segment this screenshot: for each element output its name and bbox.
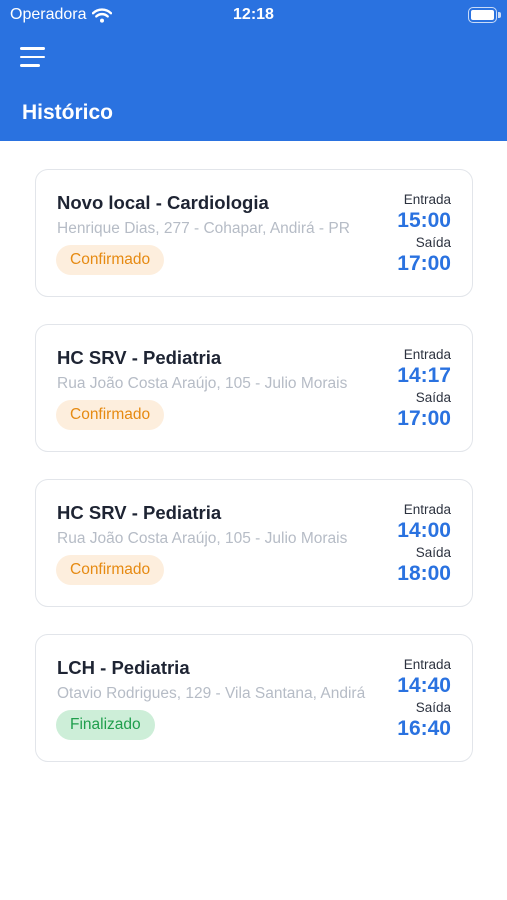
- card-address: Rua João Costa Araújo, 105 - Julio Morai…: [57, 530, 348, 547]
- card-address: Otavio Rodrigues, 129 - Vila Santana, An…: [57, 685, 366, 702]
- entrada-label: Entrada: [403, 192, 451, 207]
- saida-label: Saída: [415, 700, 451, 715]
- saida-time: 17:00: [397, 252, 451, 275]
- app-header: Operadora 12:18 Histórico: [0, 0, 507, 141]
- saida-time: 17:00: [397, 407, 451, 430]
- time-block: Entrada 15:00 Saída 17:00: [397, 192, 451, 278]
- saida-label: Saída: [415, 545, 451, 560]
- saida-time: 16:40: [397, 717, 451, 740]
- entrada-time: 15:00: [397, 209, 451, 232]
- entrada-time: 14:00: [397, 519, 451, 542]
- history-card[interactable]: HC SRV - Pediatria Rua João Costa Araújo…: [35, 479, 473, 607]
- status-bar: Operadora 12:18: [0, 0, 507, 30]
- history-list: Novo local - Cardiologia Henrique Dias, …: [35, 169, 473, 789]
- entrada-label: Entrada: [403, 657, 451, 672]
- history-card[interactable]: Novo local - Cardiologia Henrique Dias, …: [35, 169, 473, 297]
- page-title: Histórico: [22, 101, 114, 124]
- history-card[interactable]: LCH - Pediatria Otavio Rodrigues, 129 - …: [35, 634, 473, 762]
- card-address: Henrique Dias, 277 - Cohapar, Andirá - P…: [57, 220, 350, 237]
- hamburger-menu-icon[interactable]: [20, 42, 52, 72]
- entrada-time: 14:40: [397, 674, 451, 697]
- status-badge: Confirmado: [56, 555, 165, 585]
- entrada-time: 14:17: [397, 364, 451, 387]
- saida-label: Saída: [415, 390, 451, 405]
- battery-icon: [468, 7, 501, 23]
- status-time: 12:18: [233, 6, 274, 23]
- status-badge: Confirmado: [56, 400, 165, 430]
- card-address: Rua João Costa Araújo, 105 - Julio Morai…: [57, 375, 348, 392]
- time-block: Entrada 14:17 Saída 17:00: [397, 347, 451, 433]
- card-title: Novo local - Cardiologia: [57, 192, 269, 213]
- status-badge: Finalizado: [56, 710, 155, 740]
- entrada-label: Entrada: [403, 502, 451, 517]
- time-block: Entrada 14:40 Saída 16:40: [397, 657, 451, 743]
- time-block: Entrada 14:00 Saída 18:00: [397, 502, 451, 588]
- entrada-label: Entrada: [403, 347, 451, 362]
- history-card[interactable]: HC SRV - Pediatria Rua João Costa Araújo…: [35, 324, 473, 452]
- saida-label: Saída: [415, 235, 451, 250]
- card-title: HC SRV - Pediatria: [57, 347, 222, 368]
- card-title: HC SRV - Pediatria: [57, 502, 222, 523]
- card-title: LCH - Pediatria: [57, 657, 190, 678]
- saida-time: 18:00: [397, 562, 451, 585]
- status-badge: Confirmado: [56, 245, 165, 275]
